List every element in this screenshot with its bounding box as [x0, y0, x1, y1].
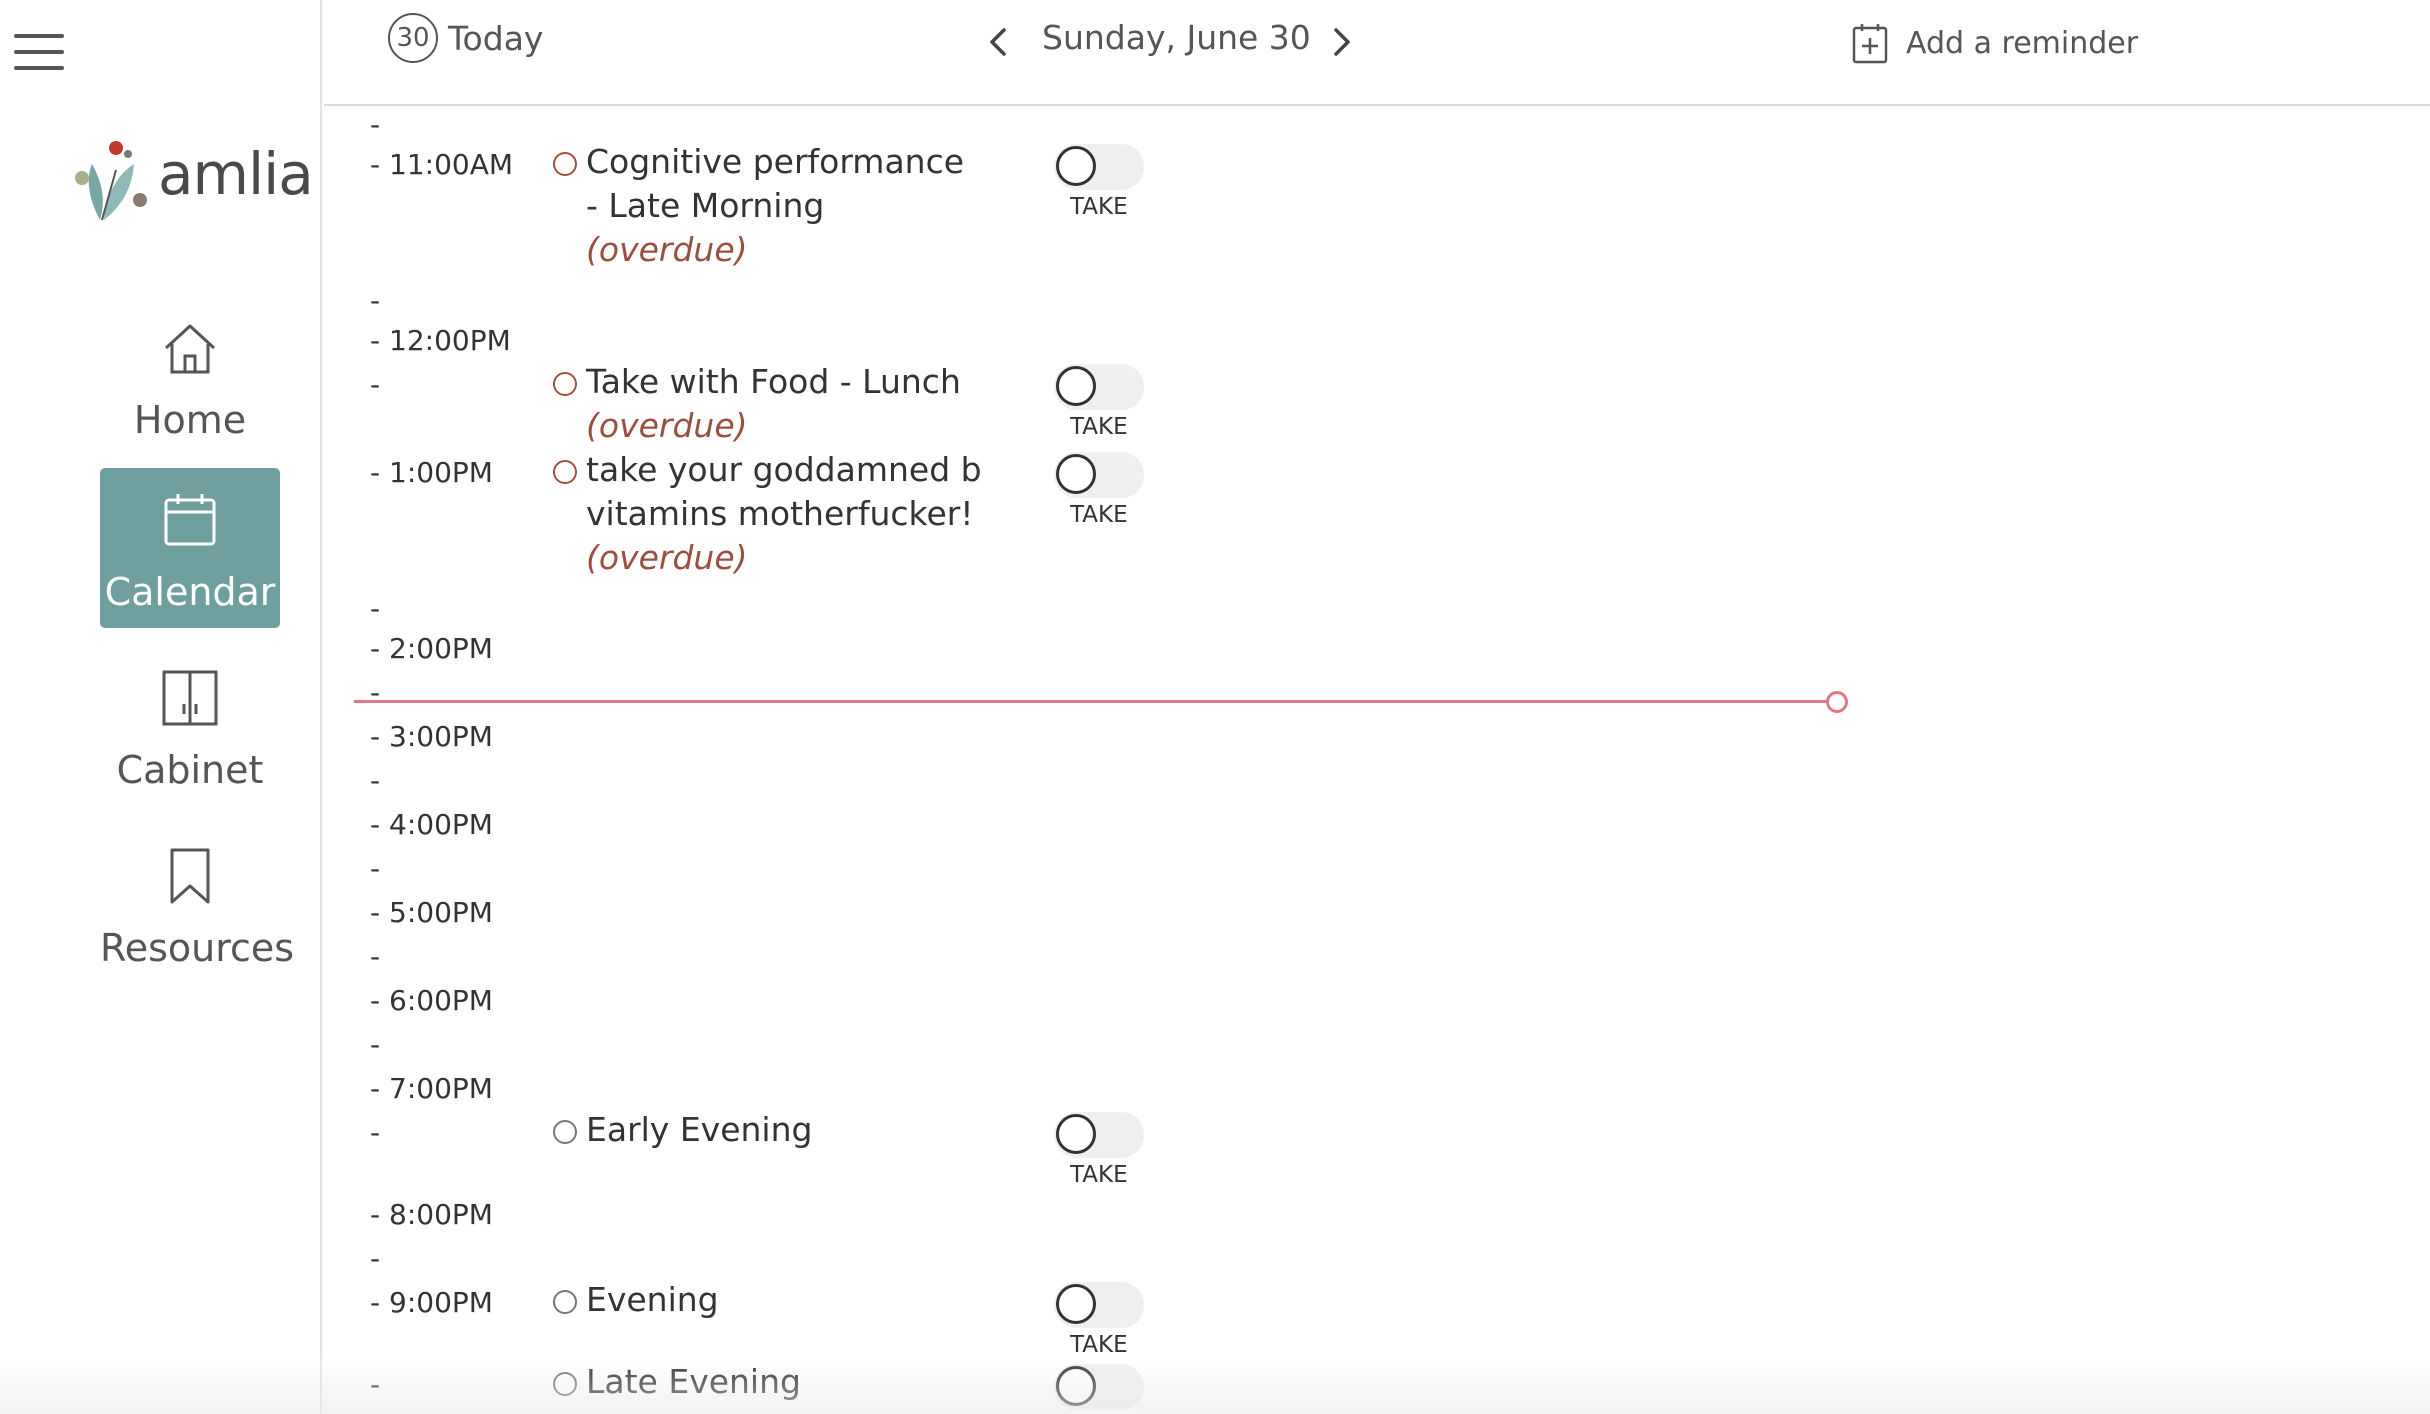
add-reminder-button[interactable]: Add a reminder: [1852, 18, 2138, 68]
event-overdue-label: (overdue): [586, 230, 748, 269]
sidebar: amlia Home Calendar Cabinet Resources: [0, 0, 322, 1414]
sidebar-item-label: Resources: [100, 926, 295, 970]
logo-leaf-icon: [75, 141, 147, 221]
event-status-dot: [553, 372, 577, 396]
take-label: TAKE: [1070, 1332, 1128, 1358]
time-tick: - 5:00PM: [370, 896, 493, 929]
toggle-knob: [1056, 454, 1096, 494]
time-tick: - 2:00PM: [370, 632, 493, 665]
event-status-dot: [553, 1120, 577, 1144]
time-tick: -: [370, 940, 381, 973]
event-title[interactable]: Early Evening: [586, 1108, 986, 1152]
take-label: TAKE: [1070, 1162, 1128, 1188]
time-tick: -: [370, 108, 381, 141]
event-overdue-label: (overdue): [586, 538, 748, 577]
time-tick: -: [370, 368, 381, 401]
time-tick: - 7:00PM: [370, 1072, 493, 1105]
time-tick: - 1:00PM: [370, 456, 493, 489]
today-label: Today: [448, 18, 544, 58]
time-tick: -: [370, 676, 381, 709]
sidebar-item-home[interactable]: Home: [100, 296, 280, 456]
logo-text: amlia: [158, 140, 314, 208]
current-time-line: [354, 700, 1834, 703]
take-toggle[interactable]: [1054, 1112, 1144, 1158]
time-tick: -: [370, 284, 381, 317]
toggle-knob: [1056, 1366, 1096, 1406]
event-status-dot: [553, 460, 577, 484]
calendar-icon: [164, 494, 216, 546]
sidebar-item-label: Home: [133, 398, 247, 442]
time-tick: - 4:00PM: [370, 808, 493, 841]
take-label: TAKE: [1070, 414, 1128, 440]
add-reminder-label: Add a reminder: [1906, 25, 2139, 61]
sidebar-item-cabinet[interactable]: Cabinet: [100, 646, 280, 806]
time-tick: -: [370, 1368, 381, 1401]
take-toggle[interactable]: [1054, 144, 1144, 190]
sidebar-item-resources[interactable]: Resources: [100, 824, 295, 984]
take-toggle[interactable]: [1054, 1364, 1144, 1410]
take-label: TAKE: [1070, 502, 1128, 528]
event-title[interactable]: Evening: [586, 1278, 986, 1322]
time-tick: - 12:00PM: [370, 324, 511, 357]
event-status-dot: [553, 152, 577, 176]
app-logo: amlia: [70, 134, 314, 226]
time-tick: -: [370, 764, 381, 797]
home-icon: [164, 324, 216, 374]
event-overdue-label: (overdue): [586, 406, 748, 445]
time-tick: - 6:00PM: [370, 984, 493, 1017]
time-tick: - 8:00PM: [370, 1198, 493, 1231]
take-toggle[interactable]: [1054, 452, 1144, 498]
time-tick: -: [370, 1116, 381, 1149]
toggle-knob: [1056, 366, 1096, 406]
time-tick: - 11:00AM: [370, 148, 514, 181]
event-title[interactable]: Cognitive performance - Late Morning: [586, 140, 986, 228]
event-status-dot: [553, 1290, 577, 1314]
take-label: TAKE: [1070, 194, 1128, 220]
bookmark-icon: [170, 848, 210, 904]
event-status-dot: [553, 1372, 577, 1396]
toggle-knob: [1056, 1284, 1096, 1324]
calendar-header: 30 Today Sunday, June 30 Add a reminder: [324, 0, 2430, 106]
time-tick: - 9:00PM: [370, 1286, 493, 1319]
take-toggle[interactable]: [1054, 364, 1144, 410]
time-tick: -: [370, 1242, 381, 1275]
today-day-badge: 30: [388, 13, 438, 63]
schedule-timeline: - - 11:00AM - - 12:00PM - - 1:00PM - - 2…: [324, 108, 2430, 1414]
time-tick: - 3:00PM: [370, 720, 493, 753]
cabinet-icon: [162, 670, 218, 726]
take-toggle[interactable]: [1054, 1282, 1144, 1328]
time-tick: -: [370, 852, 381, 885]
today-button[interactable]: 30 Today: [388, 12, 543, 64]
sidebar-item-label: Calendar: [104, 570, 276, 614]
sidebar-item-label: Cabinet: [116, 748, 264, 792]
toggle-knob: [1056, 146, 1096, 186]
time-tick: -: [370, 592, 381, 625]
time-tick: -: [370, 1028, 381, 1061]
event-title[interactable]: Take with Food - Lunch: [586, 360, 986, 404]
hamburger-menu-icon[interactable]: [14, 32, 64, 74]
event-title[interactable]: take your goddamned b vitamins motherfuc…: [586, 448, 986, 536]
chevron-left-icon[interactable]: [984, 22, 1014, 62]
current-time-marker: [1826, 691, 1848, 713]
current-date: Sunday, June 30: [1042, 18, 1311, 57]
event-title[interactable]: Late Evening: [586, 1360, 986, 1404]
toggle-knob: [1056, 1114, 1096, 1154]
chevron-right-icon[interactable]: [1326, 22, 1356, 62]
calendar-plus-icon: [1852, 24, 1888, 64]
sidebar-item-calendar[interactable]: Calendar: [100, 468, 280, 628]
